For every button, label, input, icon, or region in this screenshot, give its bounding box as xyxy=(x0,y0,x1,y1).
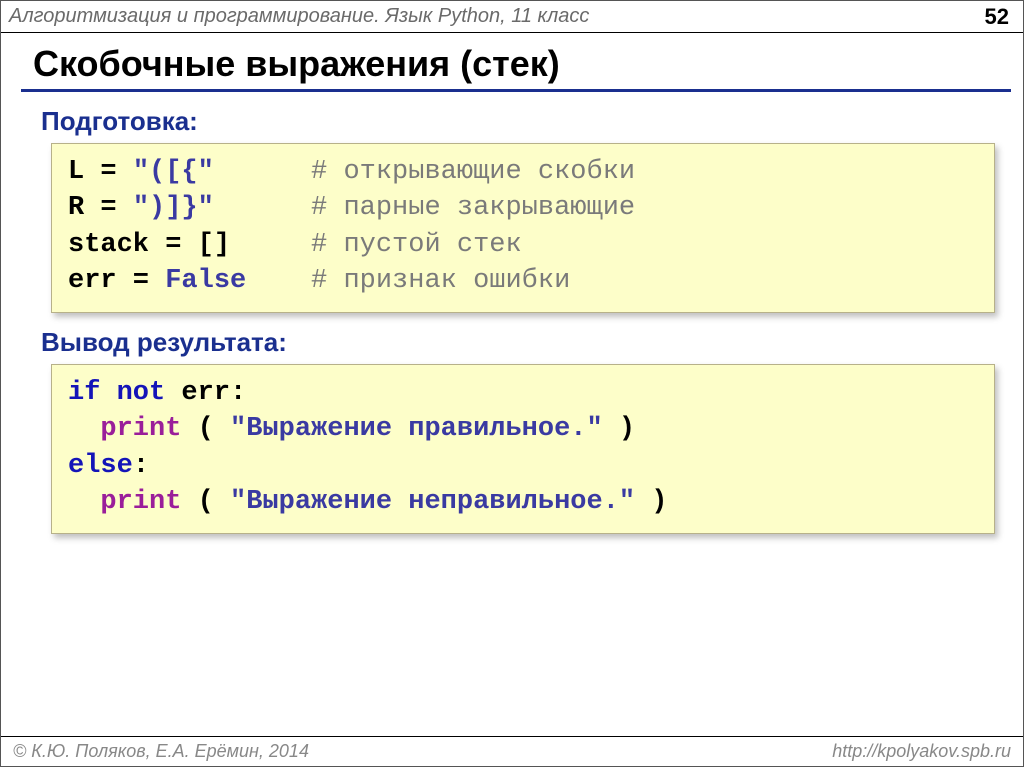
code-block-prep: L = "([{" # открывающие скобкиR = ")]}" … xyxy=(51,143,995,313)
code-segment: : xyxy=(133,448,149,484)
code-line: print ( "Выражение неправильное." ) xyxy=(68,484,978,520)
code-segment xyxy=(68,484,100,520)
code-segment: else xyxy=(68,448,133,484)
page-number: 52 xyxy=(985,4,1015,30)
code-segment: # парные закрывающие xyxy=(311,190,635,226)
code-segment xyxy=(246,263,311,299)
code-segment: err xyxy=(68,263,117,299)
code-segment xyxy=(230,227,311,263)
code-segment: if not xyxy=(68,375,181,411)
footer-url: http://kpolyakov.spb.ru xyxy=(832,741,1011,762)
code-segment: stack xyxy=(68,227,149,263)
code-segment xyxy=(214,154,311,190)
code-line: L = "([{" # открывающие скобки xyxy=(68,154,978,190)
code-segment: "Выражение неправильное." xyxy=(230,484,635,520)
code-line: if not err: xyxy=(68,375,978,411)
code-segment xyxy=(214,190,311,226)
code-segment: = xyxy=(149,227,198,263)
footer-copyright: © К.Ю. Поляков, Е.А. Ерёмин, 2014 xyxy=(13,741,309,762)
code-line: err = False # признак ошибки xyxy=(68,263,978,299)
code-segment: = xyxy=(84,190,133,226)
code-segment: # открывающие скобки xyxy=(311,154,635,190)
footer-bar: © К.Ю. Поляков, Е.А. Ерёмин, 2014 http:/… xyxy=(1,736,1023,766)
code-block-output: if not err: print ( "Выражение правильно… xyxy=(51,364,995,534)
code-segment: = xyxy=(84,154,133,190)
code-segment: R xyxy=(68,190,84,226)
section-label-output: Вывод результата: xyxy=(41,327,1023,358)
section-label-prep: Подготовка: xyxy=(41,106,1023,137)
code-segment: ( xyxy=(181,411,230,447)
code-segment: "Выражение правильное." xyxy=(230,411,603,447)
code-segment: print xyxy=(100,484,181,520)
code-line: print ( "Выражение правильное." ) xyxy=(68,411,978,447)
code-segment: # пустой стек xyxy=(311,227,522,263)
code-line: else: xyxy=(68,448,978,484)
code-segment: err: xyxy=(181,375,246,411)
code-segment: ( xyxy=(181,484,230,520)
code-segment: ")]}" xyxy=(133,190,214,226)
code-segment: False xyxy=(165,263,246,299)
code-segment xyxy=(68,411,100,447)
code-line: R = ")]}" # парные закрывающие xyxy=(68,190,978,226)
code-segment: ) xyxy=(635,484,667,520)
code-segment: L xyxy=(68,154,84,190)
code-segment: [] xyxy=(198,227,230,263)
header-bar: Алгоритмизация и программирование. Язык … xyxy=(1,1,1023,33)
title-underline xyxy=(21,89,1011,92)
slide: Алгоритмизация и программирование. Язык … xyxy=(0,0,1024,767)
slide-title: Скобочные выражения (стек) xyxy=(33,43,1023,85)
code-segment: "([{" xyxy=(133,154,214,190)
code-line: stack = [] # пустой стек xyxy=(68,227,978,263)
code-segment: # признак ошибки xyxy=(311,263,570,299)
course-title: Алгоритмизация и программирование. Язык … xyxy=(9,5,589,28)
code-segment: ) xyxy=(603,411,635,447)
code-segment: = xyxy=(117,263,166,299)
code-segment: print xyxy=(100,411,181,447)
